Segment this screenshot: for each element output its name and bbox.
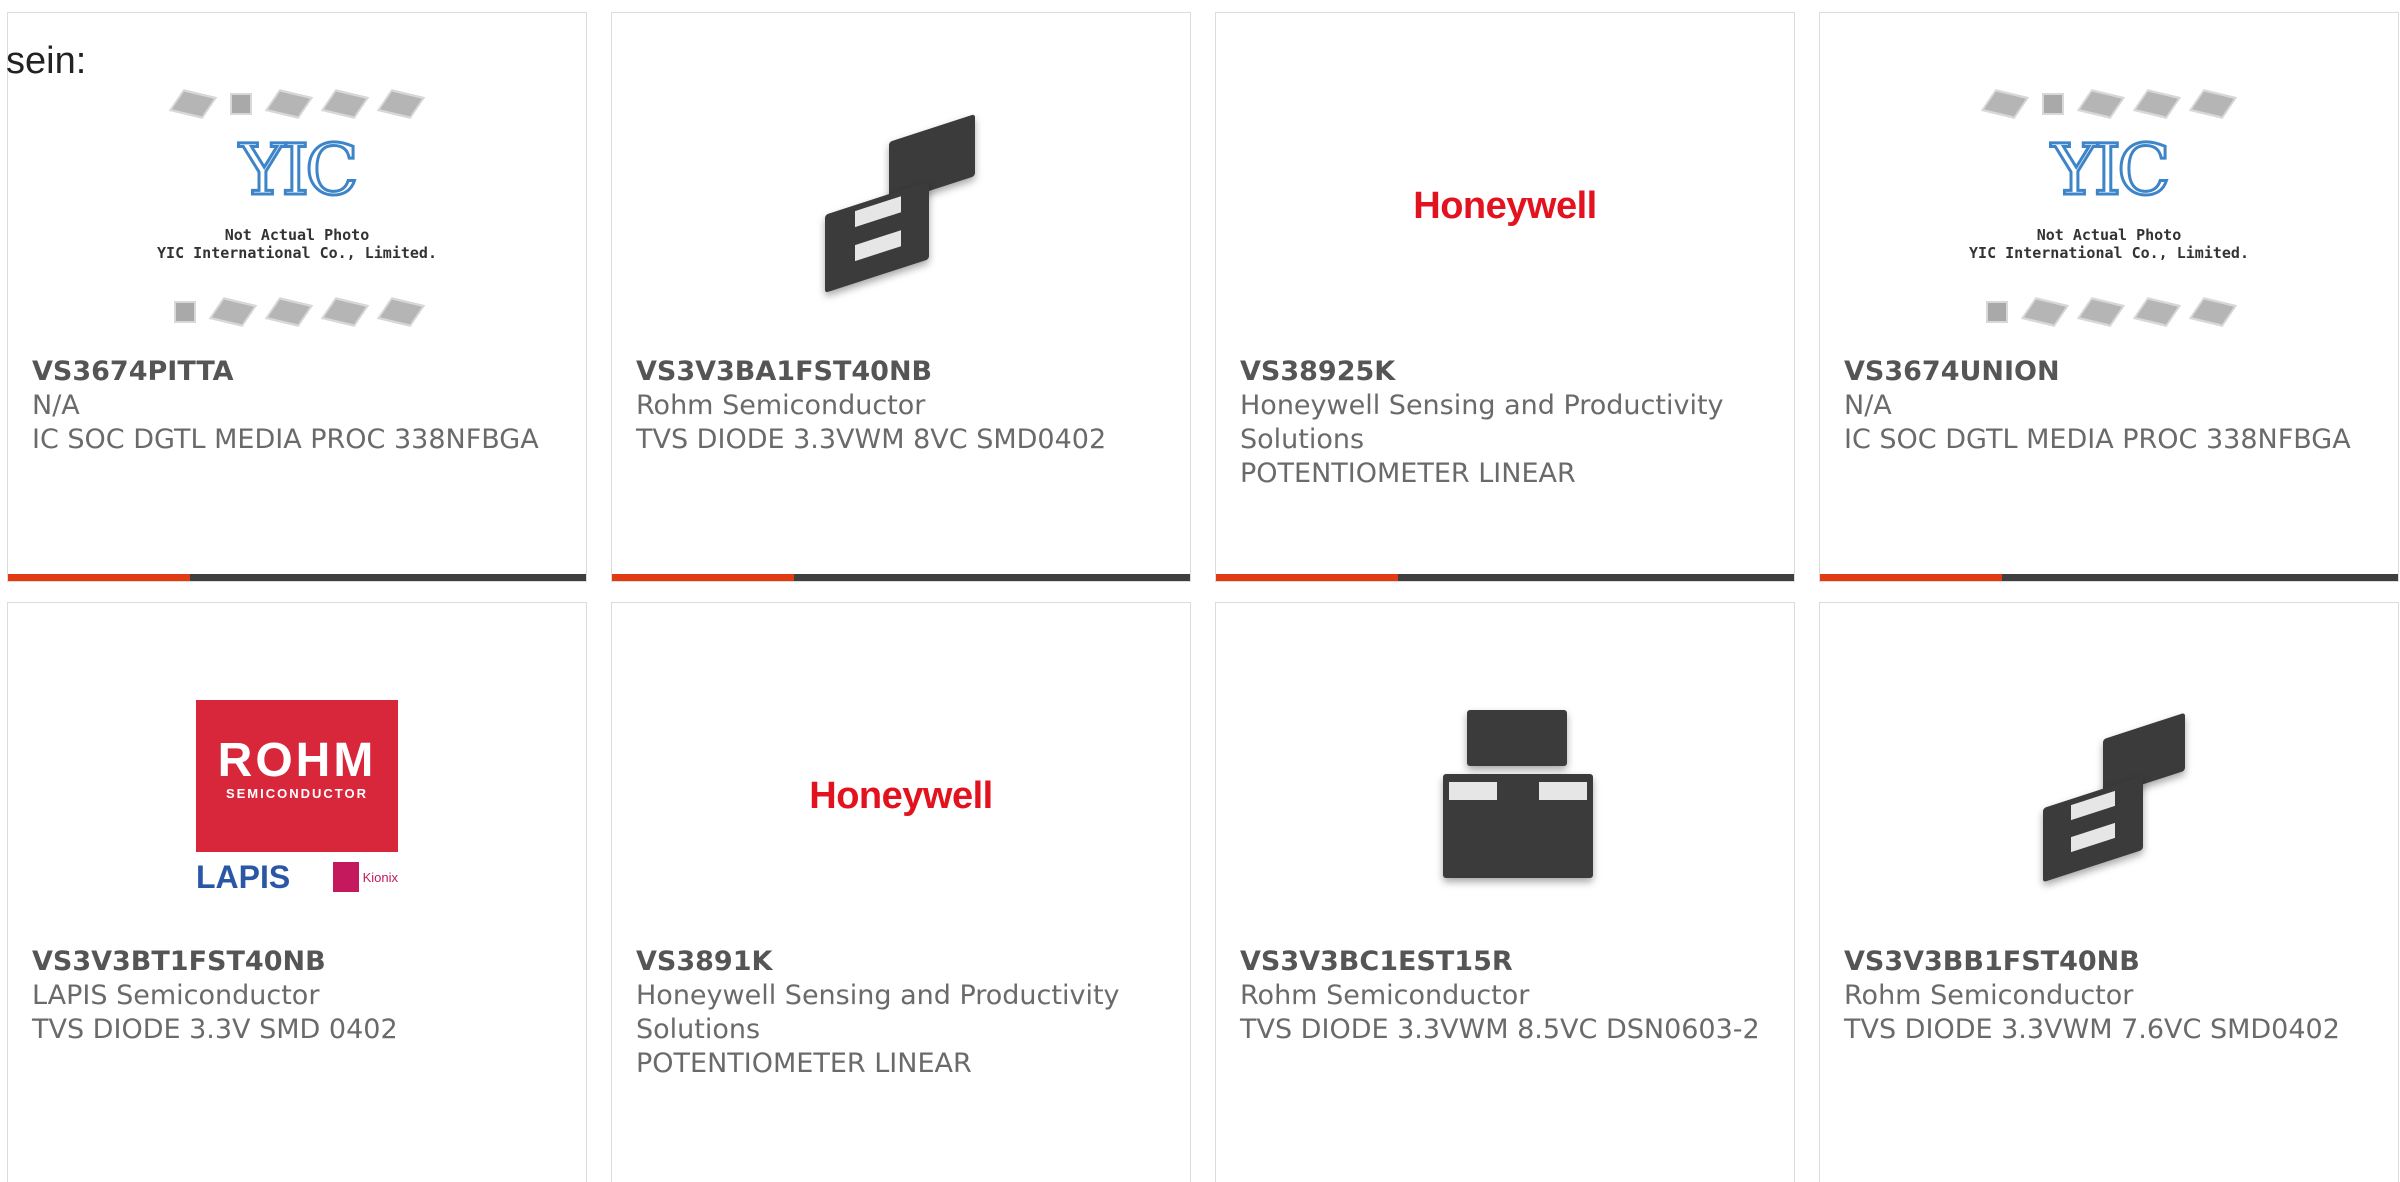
intro-text: sein: (6, 40, 87, 82)
product-card[interactable]: VS3V3BC1EST15R Rohm Semiconductor TVS DI… (1215, 602, 1795, 1182)
part-number[interactable]: VS3V3BT1FST40NB (32, 945, 570, 979)
product-info: VS3674PITTA N/A IC SOC DGTL MEDIA PROC 3… (32, 355, 570, 457)
part-number[interactable]: VS3V3BC1EST15R (1240, 945, 1778, 979)
not-actual-photo-note: Not Actual Photo YIC International Co., … (1969, 226, 2249, 262)
product-card[interactable]: Honeywell VS3891K Honeywell Sensing and … (611, 602, 1191, 1182)
manufacturer: Honeywell Sensing and Productivity Solut… (1240, 390, 1724, 455)
part-number[interactable]: VS3674PITTA (32, 355, 570, 389)
not-actual-photo-note: Not Actual Photo YIC International Co., … (157, 226, 437, 262)
accent-bar (612, 574, 1190, 581)
product-image (1820, 651, 2398, 941)
product-image: Honeywell (612, 651, 1190, 941)
description: POTENTIOMETER LINEAR (636, 1048, 972, 1079)
product-image (612, 61, 1190, 351)
manufacturer: N/A (32, 390, 80, 421)
rohm-lapis-logo: ROHM SEMICONDUCTOR LAPIS Kionix (196, 700, 398, 895)
manufacturer: N/A (1844, 390, 1892, 421)
description: TVS DIODE 3.3VWM 8VC SMD0402 (636, 424, 1107, 455)
honeywell-logo: Honeywell (809, 774, 993, 817)
product-grid: YIC Not Actual Photo YIC International C… (0, 0, 2400, 1182)
product-info: VS3891K Honeywell Sensing and Productivi… (636, 945, 1174, 1081)
accent-bar (8, 574, 586, 581)
lapis-logo: LAPIS (196, 859, 291, 895)
diode-package-image (801, 106, 1001, 306)
product-info: VS3V3BT1FST40NB LAPIS Semiconductor TVS … (32, 945, 570, 1047)
product-image: YIC Not Actual Photo YIC International C… (1820, 61, 2398, 351)
product-card[interactable]: VS3V3BB1FST40NB Rohm Semiconductor TVS D… (1819, 602, 2399, 1182)
description: TVS DIODE 3.3VWM 8.5VC DSN0603-2 (1240, 1014, 1760, 1045)
manufacturer: Honeywell Sensing and Productivity Solut… (636, 980, 1120, 1045)
accent-bar (1216, 574, 1794, 581)
part-number[interactable]: VS38925K (1240, 355, 1778, 389)
part-number[interactable]: VS3V3BA1FST40NB (636, 355, 1174, 389)
product-card[interactable]: YIC Not Actual Photo YIC International C… (1819, 12, 2399, 582)
honeywell-logo: Honeywell (1413, 184, 1597, 227)
product-info: VS3674UNION N/A IC SOC DGTL MEDIA PROC 3… (1844, 355, 2382, 457)
product-info: VS3V3BC1EST15R Rohm Semiconductor TVS DI… (1240, 945, 1778, 1047)
description: TVS DIODE 3.3V SMD 0402 (32, 1014, 398, 1045)
part-number[interactable]: VS3674UNION (1844, 355, 2382, 389)
placeholder-photo: YIC Not Actual Photo YIC International C… (1969, 76, 2249, 336)
yic-logo: YIC (238, 129, 360, 211)
manufacturer: Rohm Semiconductor (636, 390, 926, 421)
description: IC SOC DGTL MEDIA PROC 338NFBGA (32, 424, 539, 455)
product-image: YIC Not Actual Photo YIC International C… (8, 61, 586, 351)
part-number[interactable]: VS3891K (636, 945, 1174, 979)
description: IC SOC DGTL MEDIA PROC 338NFBGA (1844, 424, 2351, 455)
yic-logo: YIC (2050, 129, 2172, 211)
manufacturer: Rohm Semiconductor (1844, 980, 2134, 1011)
description: TVS DIODE 3.3VWM 7.6VC SMD0402 (1844, 1014, 2340, 1045)
product-card[interactable]: Honeywell VS38925K Honeywell Sensing and… (1215, 12, 1795, 582)
manufacturer: Rohm Semiconductor (1240, 980, 1530, 1011)
diode-package-image (2009, 696, 2209, 896)
diode-package-image (1405, 696, 1605, 896)
kionix-logo: Kionix (332, 862, 398, 892)
product-image: Honeywell (1216, 61, 1794, 351)
product-info: VS3V3BA1FST40NB Rohm Semiconductor TVS D… (636, 355, 1174, 457)
manufacturer: LAPIS Semiconductor (32, 980, 320, 1011)
product-card[interactable]: YIC Not Actual Photo YIC International C… (7, 12, 587, 582)
product-card[interactable]: VS3V3BA1FST40NB Rohm Semiconductor TVS D… (611, 12, 1191, 582)
description: POTENTIOMETER LINEAR (1240, 458, 1576, 489)
product-card[interactable]: ROHM SEMICONDUCTOR LAPIS Kionix VS3V3BT1… (7, 602, 587, 1182)
product-image (1216, 651, 1794, 941)
product-image: ROHM SEMICONDUCTOR LAPIS Kionix (8, 651, 586, 941)
accent-bar (1820, 574, 2398, 581)
product-info: VS3V3BB1FST40NB Rohm Semiconductor TVS D… (1844, 945, 2382, 1047)
product-info: VS38925K Honeywell Sensing and Productiv… (1240, 355, 1778, 491)
part-number[interactable]: VS3V3BB1FST40NB (1844, 945, 2382, 979)
placeholder-photo: YIC Not Actual Photo YIC International C… (157, 76, 437, 336)
